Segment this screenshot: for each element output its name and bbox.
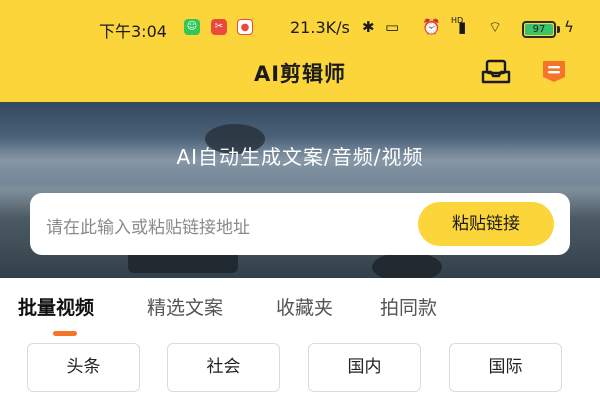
vibrate-icon: ▭ — [385, 18, 400, 36]
category-chip-international[interactable]: 国际 — [449, 343, 562, 392]
hero-wheel-silhouette — [372, 252, 442, 278]
link-input-placeholder[interactable]: 请在此输入或粘贴链接地址 — [46, 213, 250, 238]
hero-tagline: AI自动生成文案/音频/视频 — [176, 145, 424, 169]
signal-icon: ▮ — [458, 18, 467, 36]
status-bar: 下午3:04 ☺ ✂ ● 21.3K/s ✱ ▭ ⏰ HD ▮ ⌔ 97 ϟ — [0, 12, 600, 44]
app-notification-icon: ✂ — [211, 19, 227, 35]
tab-batch-video[interactable]: 批量视频 — [18, 293, 94, 320]
tab-favorites[interactable]: 收藏夹 — [276, 293, 333, 320]
net-speed: 21.3K/s — [290, 18, 350, 37]
alarm-icon: ⏰ — [422, 18, 441, 36]
inbox-icon[interactable] — [480, 58, 512, 86]
bluetooth-icon: ✱ — [362, 18, 375, 36]
category-chip-headlines[interactable]: 头条 — [27, 343, 140, 392]
category-chip-society[interactable]: 社会 — [167, 343, 280, 392]
paste-link-button[interactable]: 粘贴链接 — [418, 202, 554, 246]
charging-icon: ϟ — [564, 18, 574, 36]
content-tabs: 批量视频 精选文案 收藏夹 拍同款 — [0, 293, 600, 343]
tab-selected-copy[interactable]: 精选文案 — [147, 293, 223, 320]
active-tab-indicator — [53, 331, 77, 336]
app-notification-icon-2: ● — [237, 19, 253, 35]
tab-same-style[interactable]: 拍同款 — [380, 293, 437, 320]
wifi-icon: ⌔ — [488, 18, 503, 36]
wechat-notification-icon: ☺ — [184, 19, 200, 35]
category-chip-domestic[interactable]: 国内 — [308, 343, 421, 392]
battery-icon: 97 — [522, 21, 556, 38]
battery-tip — [557, 26, 560, 33]
status-time: 下午3:04 — [99, 22, 167, 41]
link-input-box[interactable]: 请在此输入或粘贴链接地址 粘贴链接 — [30, 193, 570, 255]
battery-level: 97 — [525, 24, 553, 35]
menu-icon[interactable] — [541, 59, 567, 83]
